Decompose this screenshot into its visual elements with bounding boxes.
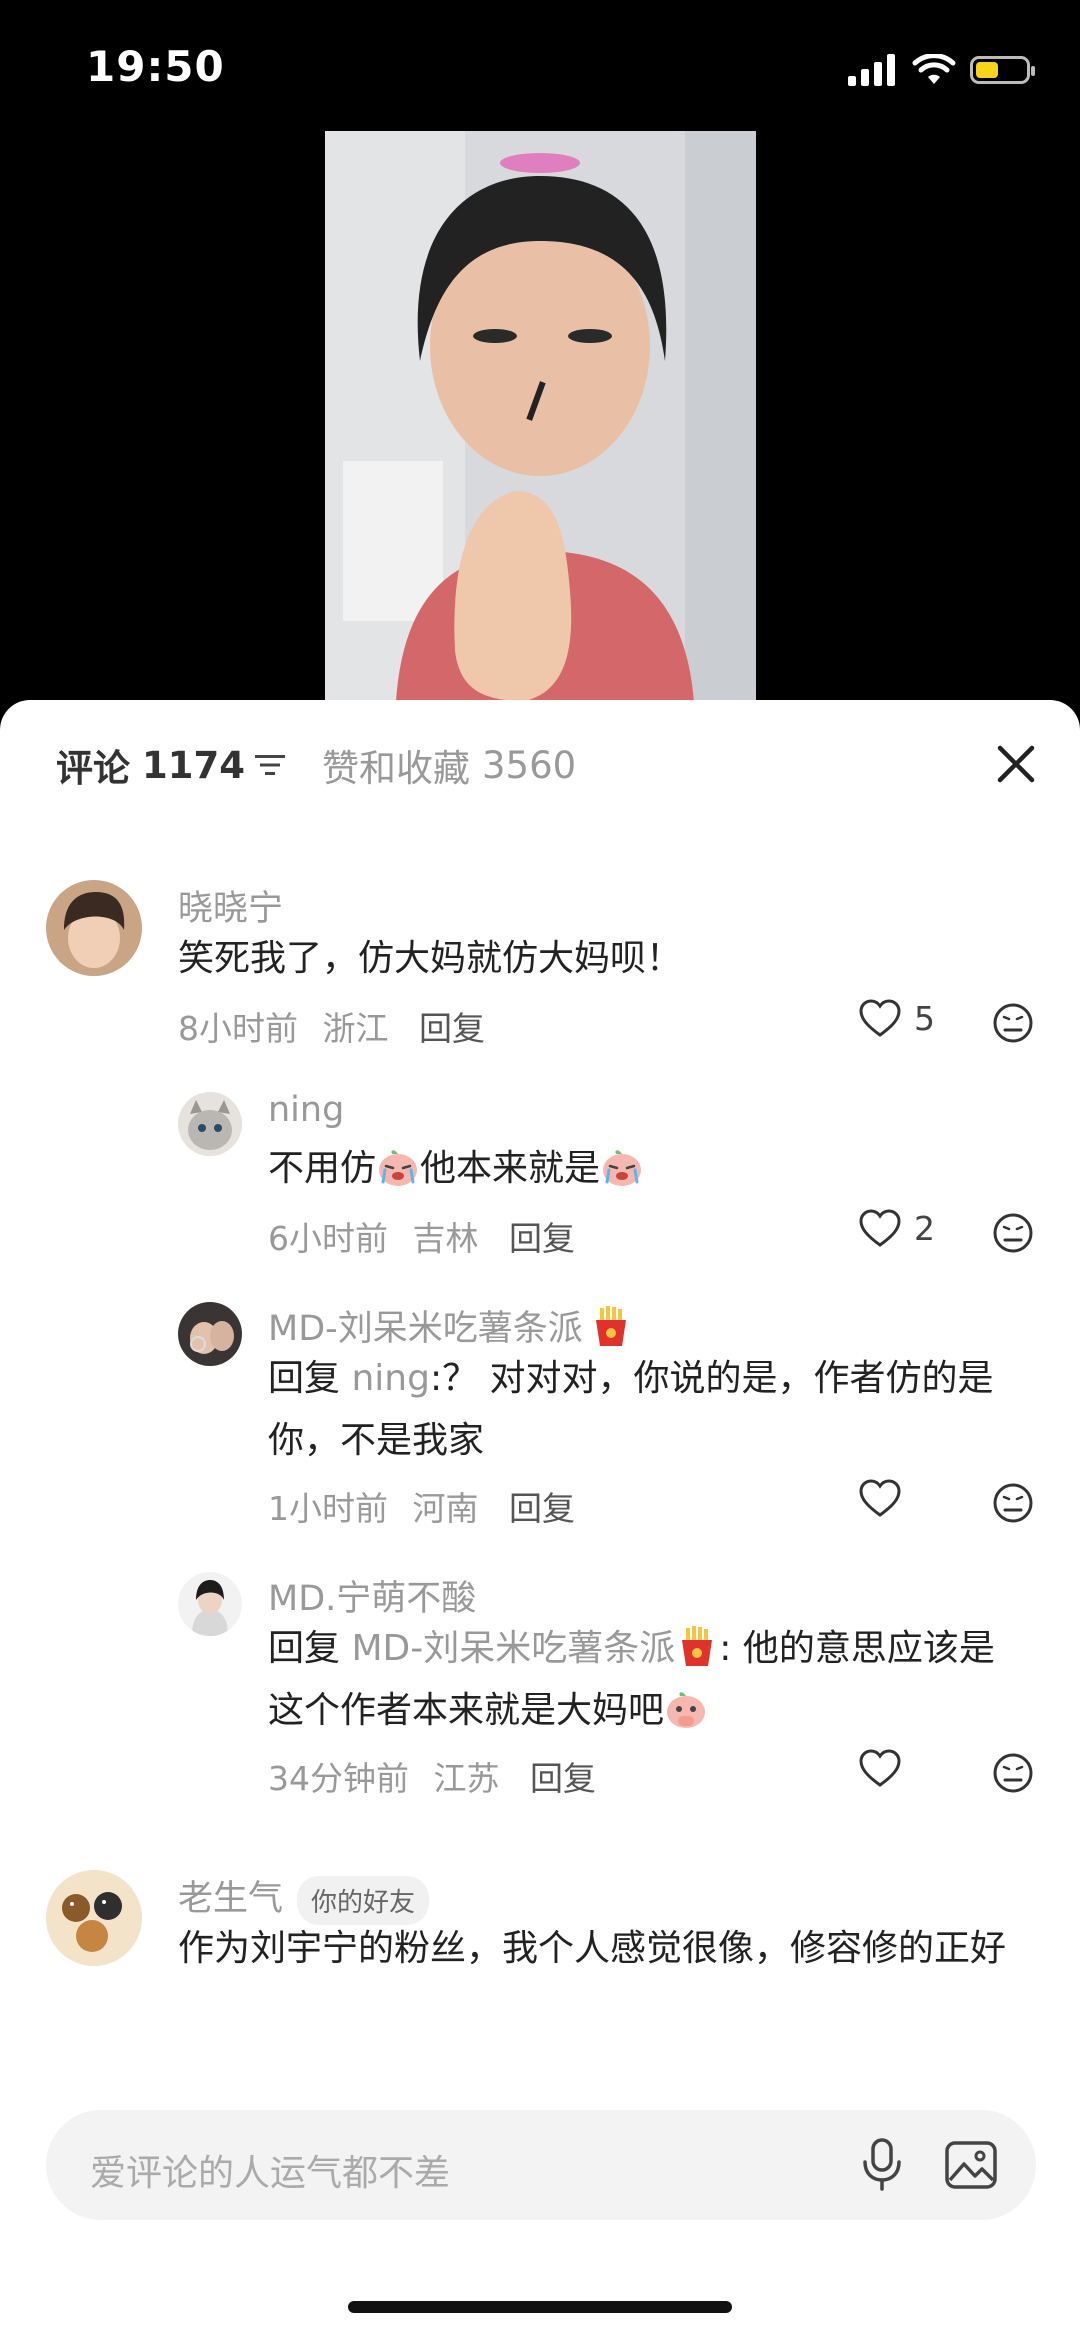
comment-time: 8小时前 xyxy=(178,1009,298,1048)
comment-author[interactable]: MD.宁萌不酸 xyxy=(268,1570,476,1621)
mention-link[interactable]: ning xyxy=(351,1358,430,1399)
close-icon[interactable] xyxy=(988,736,1044,792)
sort-icon[interactable] xyxy=(254,753,285,777)
author-name: MD-刘呆米吃薯条派 xyxy=(268,1309,583,1349)
comment-text-part: 不用仿 xyxy=(268,1148,377,1189)
reply-prefix: 回复 xyxy=(268,1358,341,1399)
home-indicator[interactable] xyxy=(348,2301,732,2313)
fries-emoji-icon xyxy=(595,1306,626,1346)
reply-button[interactable]: 回复 xyxy=(509,1489,575,1528)
comment-author[interactable]: MD-刘呆米吃薯条派 xyxy=(268,1300,633,1351)
emoji-reaction-icon[interactable] xyxy=(992,1482,1034,1524)
reply-button[interactable]: 回复 xyxy=(419,1009,485,1048)
crying-emoji-icon xyxy=(603,1150,642,1186)
comment-text: 作为刘宇宁的粉丝，我个人感觉很像，修容修的正好 xyxy=(178,1928,1007,1969)
avatar[interactable] xyxy=(46,1870,142,1966)
heart-icon xyxy=(859,999,901,1037)
avatar[interactable] xyxy=(178,1092,242,1156)
comment-text: 回复 MD-刘呆米吃薯条派: 他的意思应该是这个作者本来就是大妈吧 xyxy=(268,1618,1028,1742)
heart-icon xyxy=(859,1209,901,1247)
mention-link[interactable]: MD-刘呆米吃薯条派 xyxy=(351,1628,675,1669)
comment-sheet: 评论 1174 赞和收藏 3560 晓晓宁 笑死我了，仿大妈就仿大妈呗！ 8小时… xyxy=(0,700,1080,2337)
comment-time: 34分钟前 xyxy=(268,1759,409,1798)
comment-location: 河南 xyxy=(412,1489,479,1528)
reply-button[interactable]: 回复 xyxy=(509,1219,575,1258)
avatar[interactable] xyxy=(178,1302,242,1366)
comment-text: 不用仿 他本来就是 xyxy=(268,1138,1028,1200)
reply-prefix: 回复 xyxy=(268,1628,341,1669)
comment-list[interactable]: 晓晓宁 笑死我了，仿大妈就仿大妈呗！ 8小时前 浙江 回复 5 ning 不用仿… xyxy=(0,830,1080,1980)
heart-icon xyxy=(859,1479,901,1517)
signal-icon xyxy=(848,54,895,86)
comment-time: 1小时前 xyxy=(268,1489,388,1528)
video-frame-image xyxy=(325,131,756,731)
like-button[interactable] xyxy=(858,1478,914,1518)
comments-label: 评论 xyxy=(56,747,130,790)
status-time: 19:50 xyxy=(86,42,225,91)
status-icons xyxy=(848,50,1035,90)
tab-likes-and-saves[interactable]: 赞和收藏 3560 xyxy=(322,738,576,792)
comment-meta: 8小时前 浙江 回复 xyxy=(178,1002,485,1050)
comment-text-part: 他本来就是 xyxy=(420,1148,601,1189)
crying-emoji-icon xyxy=(379,1150,418,1186)
image-picker-icon[interactable] xyxy=(942,2136,1000,2194)
like-button[interactable]: 5 xyxy=(858,998,935,1038)
comment-meta: 34分钟前 江苏 回复 xyxy=(268,1752,596,1800)
author-name: 老生气 xyxy=(178,1879,284,1919)
battery-icon xyxy=(970,56,1035,84)
comment-sheet-header: 评论 1174 赞和收藏 3560 xyxy=(0,700,1080,830)
heart-icon xyxy=(859,1749,901,1787)
comment-meta: 6小时前 吉林 回复 xyxy=(268,1212,575,1260)
comment-text: 回复 ning:？ 对对对，你说的是，作者仿的是你，不是我家 xyxy=(268,1348,1028,1472)
like-count: 2 xyxy=(914,1208,935,1248)
tab-comments[interactable]: 评论 1174 xyxy=(56,738,285,792)
like-button[interactable]: 2 xyxy=(858,1208,935,1248)
comment-input-bar[interactable]: 爱评论的人运气都不差 xyxy=(46,2110,1036,2220)
avatar[interactable] xyxy=(46,880,142,976)
comment-location: 吉林 xyxy=(412,1219,479,1258)
like-count: 5 xyxy=(914,998,935,1038)
comment-author[interactable]: 晓晓宁 xyxy=(178,880,283,931)
fries-emoji-icon xyxy=(682,1626,713,1666)
comment-author[interactable]: ning xyxy=(268,1090,344,1130)
comment-meta: 1小时前 河南 回复 xyxy=(268,1482,575,1530)
emoji-reaction-icon[interactable] xyxy=(992,1002,1034,1044)
reply-button[interactable]: 回复 xyxy=(530,1759,596,1798)
comments-count: 1174 xyxy=(142,743,245,787)
comment-location: 江苏 xyxy=(433,1759,500,1798)
video-player[interactable] xyxy=(325,131,756,731)
comment-time: 6小时前 xyxy=(268,1219,388,1258)
comment-text: 笑死我了，仿大妈就仿大妈呗！ xyxy=(178,938,683,979)
microphone-icon[interactable] xyxy=(852,2134,912,2194)
comment-location: 浙江 xyxy=(322,1009,389,1048)
emoji-reaction-icon[interactable] xyxy=(992,1752,1034,1794)
comment-author[interactable]: 老生气 你的好友 xyxy=(178,1870,430,1925)
pleading-emoji-icon xyxy=(667,1692,706,1728)
likes-count: 3560 xyxy=(482,743,577,787)
status-bar: 19:50 xyxy=(0,0,1080,130)
likes-label: 赞和收藏 xyxy=(322,747,470,790)
avatar[interactable] xyxy=(178,1572,242,1636)
comment-input-placeholder[interactable]: 爱评论的人运气都不差 xyxy=(90,2144,450,2196)
wifi-icon xyxy=(912,54,956,84)
like-button[interactable] xyxy=(858,1748,914,1788)
emoji-reaction-icon[interactable] xyxy=(992,1212,1034,1254)
